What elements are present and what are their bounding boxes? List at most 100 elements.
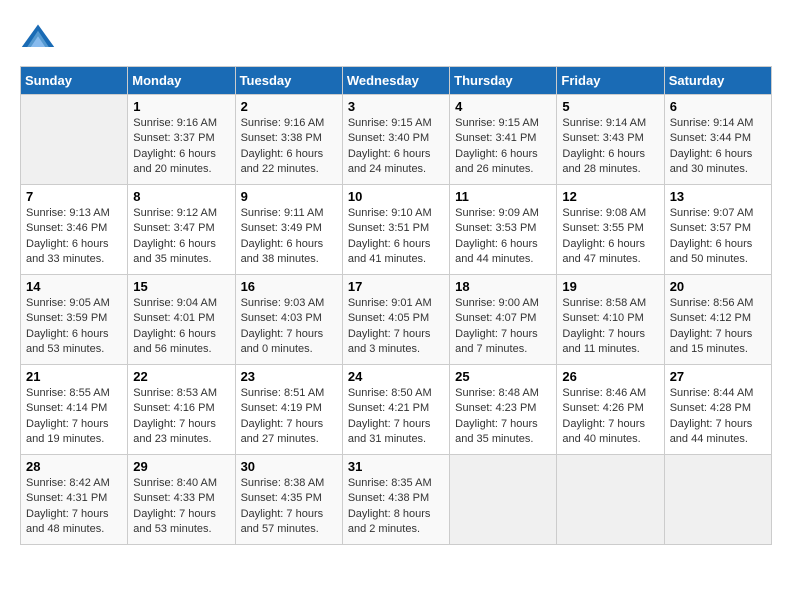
day-info: Sunrise: 9:07 AM Sunset: 3:57 PM Dayligh… xyxy=(670,206,766,268)
day-info: Sunrise: 9:14 AM Sunset: 3:43 PM Dayligh… xyxy=(562,116,658,178)
day-info: Sunrise: 9:10 AM Sunset: 3:51 PM Dayligh… xyxy=(348,206,444,268)
calendar-cell: 29 Sunrise: 8:40 AM Sunset: 4:33 PM Dayli… xyxy=(128,455,235,545)
weekday-header-friday: Friday xyxy=(557,67,664,95)
day-number: 26 xyxy=(562,369,658,384)
weekday-header-saturday: Saturday xyxy=(664,67,771,95)
calendar-cell: 6Sunrise: 9:14 AM Sunset: 3:44 PM Daylig… xyxy=(664,95,771,185)
day-number: 19 xyxy=(562,279,658,294)
day-info: Sunrise: 8:42 AM Sunset: 4:31 PM Dayligh… xyxy=(26,476,122,538)
day-number: 22 xyxy=(133,369,229,384)
calendar-cell: 28 Sunrise: 8:42 AM Sunset: 4:31 PM Dayli… xyxy=(21,455,128,545)
day-number: 28 xyxy=(26,459,122,474)
day-number: 4 xyxy=(455,99,551,114)
calendar-header: SundayMondayTuesdayWednesdayThursdayFrid… xyxy=(21,67,772,95)
day-number: 13 xyxy=(670,189,766,204)
logo-icon xyxy=(20,20,56,56)
day-info: Sunrise: 9:08 AM Sunset: 3:55 PM Dayligh… xyxy=(562,206,658,268)
calendar-cell: 17 Sunrise: 9:01 AM Sunset: 4:05 PM Dayli… xyxy=(342,275,449,365)
day-info: Sunrise: 8:38 AM Sunset: 4:35 PM Dayligh… xyxy=(241,476,337,538)
calendar-cell: 9Sunrise: 9:11 AM Sunset: 3:49 PM Daylig… xyxy=(235,185,342,275)
calendar-cell: 18Sunrise: 9:00 AM Sunset: 4:07 PM Dayli… xyxy=(450,275,557,365)
day-number: 29 xyxy=(133,459,229,474)
day-number: 10 xyxy=(348,189,444,204)
calendar-cell: 8 Sunrise: 9:12 AM Sunset: 3:47 PM Daylig… xyxy=(128,185,235,275)
calendar-cell: 20 Sunrise: 8:56 AM Sunset: 4:12 PM Dayli… xyxy=(664,275,771,365)
day-info: Sunrise: 8:56 AM Sunset: 4:12 PM Dayligh… xyxy=(670,296,766,358)
day-number: 14 xyxy=(26,279,122,294)
day-number: 5 xyxy=(562,99,658,114)
day-info: Sunrise: 8:53 AM Sunset: 4:16 PM Dayligh… xyxy=(133,386,229,448)
calendar-cell: 3Sunrise: 9:15 AM Sunset: 3:40 PM Daylig… xyxy=(342,95,449,185)
day-number: 17 xyxy=(348,279,444,294)
calendar-cell: 4 Sunrise: 9:15 AM Sunset: 3:41 PM Daylig… xyxy=(450,95,557,185)
calendar-cell xyxy=(450,455,557,545)
calendar-cell: 12 Sunrise: 9:08 AM Sunset: 3:55 PM Dayli… xyxy=(557,185,664,275)
day-number: 2 xyxy=(241,99,337,114)
day-info: Sunrise: 9:05 AM Sunset: 3:59 PM Dayligh… xyxy=(26,296,122,358)
calendar-cell: 23 Sunrise: 8:51 AM Sunset: 4:19 PM Dayli… xyxy=(235,365,342,455)
day-info: Sunrise: 9:01 AM Sunset: 4:05 PM Dayligh… xyxy=(348,296,444,358)
day-number: 20 xyxy=(670,279,766,294)
calendar-cell: 30Sunrise: 8:38 AM Sunset: 4:35 PM Dayli… xyxy=(235,455,342,545)
day-info: Sunrise: 9:16 AM Sunset: 3:37 PM Dayligh… xyxy=(133,116,229,178)
day-number: 21 xyxy=(26,369,122,384)
day-number: 8 xyxy=(133,189,229,204)
day-number: 12 xyxy=(562,189,658,204)
calendar-cell: 19 Sunrise: 8:58 AM Sunset: 4:10 PM Dayli… xyxy=(557,275,664,365)
day-number: 23 xyxy=(241,369,337,384)
weekday-header-sunday: Sunday xyxy=(21,67,128,95)
day-info: Sunrise: 9:15 AM Sunset: 3:41 PM Dayligh… xyxy=(455,116,551,178)
calendar-cell: 7 Sunrise: 9:13 AM Sunset: 3:46 PM Daylig… xyxy=(21,185,128,275)
day-info: Sunrise: 9:03 AM Sunset: 4:03 PM Dayligh… xyxy=(241,296,337,358)
weekday-header-thursday: Thursday xyxy=(450,67,557,95)
calendar-cell: 5 Sunrise: 9:14 AM Sunset: 3:43 PM Daylig… xyxy=(557,95,664,185)
calendar-body: 1 Sunrise: 9:16 AM Sunset: 3:37 PM Daylig… xyxy=(21,95,772,545)
day-info: Sunrise: 8:58 AM Sunset: 4:10 PM Dayligh… xyxy=(562,296,658,358)
day-info: Sunrise: 9:16 AM Sunset: 3:38 PM Dayligh… xyxy=(241,116,337,178)
day-number: 31 xyxy=(348,459,444,474)
calendar-cell: 22 Sunrise: 8:53 AM Sunset: 4:16 PM Dayli… xyxy=(128,365,235,455)
day-info: Sunrise: 8:55 AM Sunset: 4:14 PM Dayligh… xyxy=(26,386,122,448)
day-info: Sunrise: 8:46 AM Sunset: 4:26 PM Dayligh… xyxy=(562,386,658,448)
day-number: 7 xyxy=(26,189,122,204)
calendar-cell: 2 Sunrise: 9:16 AM Sunset: 3:38 PM Daylig… xyxy=(235,95,342,185)
day-number: 16 xyxy=(241,279,337,294)
calendar-cell: 24 Sunrise: 8:50 AM Sunset: 4:21 PM Dayli… xyxy=(342,365,449,455)
day-number: 25 xyxy=(455,369,551,384)
calendar-cell: 1 Sunrise: 9:16 AM Sunset: 3:37 PM Daylig… xyxy=(128,95,235,185)
day-info: Sunrise: 8:48 AM Sunset: 4:23 PM Dayligh… xyxy=(455,386,551,448)
day-info: Sunrise: 9:13 AM Sunset: 3:46 PM Dayligh… xyxy=(26,206,122,268)
calendar-cell: 27Sunrise: 8:44 AM Sunset: 4:28 PM Dayli… xyxy=(664,365,771,455)
day-info: Sunrise: 8:51 AM Sunset: 4:19 PM Dayligh… xyxy=(241,386,337,448)
calendar-week-2: 7 Sunrise: 9:13 AM Sunset: 3:46 PM Daylig… xyxy=(21,185,772,275)
calendar-cell xyxy=(21,95,128,185)
calendar-cell: 25 Sunrise: 8:48 AM Sunset: 4:23 PM Dayli… xyxy=(450,365,557,455)
calendar-week-1: 1 Sunrise: 9:16 AM Sunset: 3:37 PM Daylig… xyxy=(21,95,772,185)
calendar-cell: 11Sunrise: 9:09 AM Sunset: 3:53 PM Dayli… xyxy=(450,185,557,275)
calendar-cell: 15 Sunrise: 9:04 AM Sunset: 4:01 PM Dayli… xyxy=(128,275,235,365)
day-info: Sunrise: 9:11 AM Sunset: 3:49 PM Dayligh… xyxy=(241,206,337,268)
day-number: 6 xyxy=(670,99,766,114)
day-info: Sunrise: 8:35 AM Sunset: 4:38 PM Dayligh… xyxy=(348,476,444,538)
calendar-table: SundayMondayTuesdayWednesdayThursdayFrid… xyxy=(20,66,772,545)
calendar-cell xyxy=(664,455,771,545)
day-number: 3 xyxy=(348,99,444,114)
calendar-week-3: 14 Sunrise: 9:05 AM Sunset: 3:59 PM Dayli… xyxy=(21,275,772,365)
calendar-cell: 31 Sunrise: 8:35 AM Sunset: 4:38 PM Dayli… xyxy=(342,455,449,545)
day-info: Sunrise: 8:40 AM Sunset: 4:33 PM Dayligh… xyxy=(133,476,229,538)
page-header xyxy=(20,20,772,56)
day-info: Sunrise: 8:50 AM Sunset: 4:21 PM Dayligh… xyxy=(348,386,444,448)
calendar-cell: 10 Sunrise: 9:10 AM Sunset: 3:51 PM Dayli… xyxy=(342,185,449,275)
day-number: 24 xyxy=(348,369,444,384)
day-number: 18 xyxy=(455,279,551,294)
weekday-header-monday: Monday xyxy=(128,67,235,95)
calendar-cell: 21 Sunrise: 8:55 AM Sunset: 4:14 PM Dayli… xyxy=(21,365,128,455)
calendar-cell: 26 Sunrise: 8:46 AM Sunset: 4:26 PM Dayli… xyxy=(557,365,664,455)
day-number: 15 xyxy=(133,279,229,294)
day-number: 1 xyxy=(133,99,229,114)
logo xyxy=(20,20,60,56)
calendar-cell: 14 Sunrise: 9:05 AM Sunset: 3:59 PM Dayli… xyxy=(21,275,128,365)
day-info: Sunrise: 9:12 AM Sunset: 3:47 PM Dayligh… xyxy=(133,206,229,268)
calendar-week-5: 28 Sunrise: 8:42 AM Sunset: 4:31 PM Dayli… xyxy=(21,455,772,545)
day-info: Sunrise: 9:04 AM Sunset: 4:01 PM Dayligh… xyxy=(133,296,229,358)
